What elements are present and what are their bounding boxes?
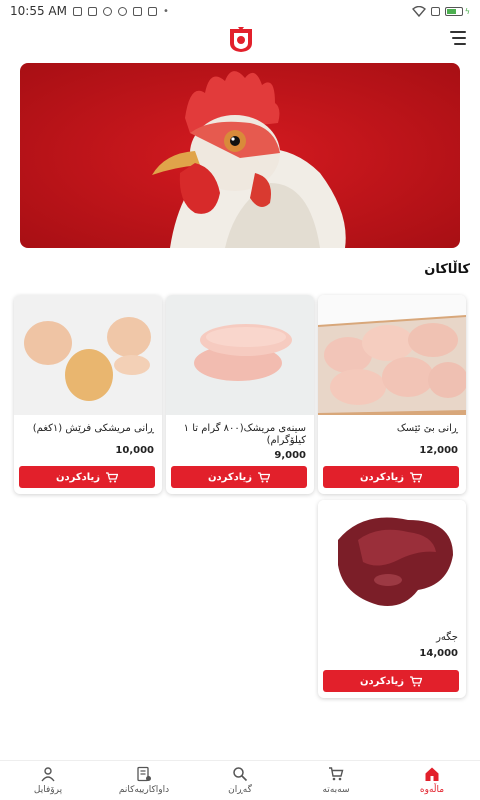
product-image — [318, 295, 466, 415]
add-cart-icon — [258, 471, 271, 482]
menu-button[interactable] — [446, 30, 466, 46]
search-icon — [233, 767, 248, 782]
nav-orders[interactable]: داواکارییەکانم — [96, 761, 192, 800]
add-cart-icon — [410, 675, 423, 686]
product-name: سینەی مریشک(٨٠٠ گرام تا ١ کیلۆگرام) — [183, 423, 306, 446]
product-card[interactable]: ڕانی مریشکی فرێش (١کغم) 10,000 زیادکردن — [14, 295, 162, 494]
profile-icon — [41, 767, 55, 782]
nav-search[interactable]: گەڕان — [192, 761, 288, 800]
bottom-nav: پرۆفایل داواکارییەکانم گەڕان سەبەتە ماڵە… — [0, 760, 480, 800]
product-price: 14,000 — [419, 648, 458, 659]
product-name: جگەر — [436, 632, 458, 643]
nav-profile[interactable]: پرۆفایل — [0, 761, 96, 800]
cart-icon — [329, 767, 344, 781]
promo-banner[interactable] — [20, 63, 460, 248]
menu-icon-bar — [452, 37, 466, 39]
wifi-icon — [411, 5, 426, 17]
orders-icon — [137, 766, 151, 782]
logo-icon[interactable] — [228, 25, 254, 53]
add-label: زیادکردن — [359, 675, 405, 687]
nav-label: داواکارییەکانم — [118, 785, 170, 795]
product-name: ڕانی بێ ئێسک — [396, 423, 458, 434]
add-cart-icon — [410, 471, 423, 482]
dot-icon: • — [162, 5, 169, 17]
product-image — [318, 500, 466, 625]
add-cart-icon — [106, 471, 119, 482]
home-icon — [425, 767, 439, 781]
add-to-cart-button[interactable]: زیادکردن — [19, 466, 155, 488]
nosim-icon — [430, 6, 440, 16]
video-icon — [132, 6, 142, 16]
product-name: ڕانی مریشکی فرێش (١کغم) — [32, 423, 154, 434]
product-image — [14, 295, 162, 415]
menu-icon-bar — [454, 43, 466, 45]
add-label: زیادکردن — [207, 471, 253, 483]
nav-home[interactable]: ماڵەوە — [384, 761, 480, 800]
add-to-cart-button[interactable]: زیادکردن — [323, 466, 459, 488]
product-card[interactable]: ڕانی بێ ئێسک 12,000 زیادکردن — [318, 295, 466, 494]
location-icon — [117, 6, 127, 16]
product-price: 12,000 — [419, 445, 458, 456]
product-price: 10,000 — [115, 445, 154, 456]
battery-icon: ϟ — [444, 6, 470, 16]
add-label: زیادکردن — [55, 471, 101, 483]
nav-cart[interactable]: سەبەتە — [288, 761, 384, 800]
product-card[interactable]: سینەی مریشک(٨٠٠ گرام تا ١ کیلۆگرام) 9,00… — [166, 295, 314, 494]
menu-icon-bar — [450, 31, 466, 33]
nav-label: گەڕان — [228, 785, 252, 795]
video-icon — [147, 6, 157, 16]
product-price: 9,000 — [274, 450, 306, 461]
app-header — [0, 22, 480, 58]
add-to-cart-button[interactable]: زیادکردن — [323, 670, 459, 692]
status-time: 10:55 AM — [10, 4, 67, 18]
add-to-cart-button[interactable]: زیادکردن — [171, 466, 307, 488]
status-bar: 10:55 AM • ϟ — [0, 0, 480, 22]
product-image — [166, 295, 314, 415]
location-icon — [102, 6, 112, 16]
add-label: زیادکردن — [359, 471, 405, 483]
rooster-image — [20, 63, 460, 248]
nav-label: پرۆفایل — [33, 785, 63, 795]
nav-label: ماڵەوە — [419, 785, 445, 795]
section-title: کاڵاکان — [424, 262, 470, 277]
product-card[interactable]: جگەر 14,000 زیادکردن — [318, 500, 466, 698]
nav-label: سەبەتە — [322, 785, 350, 795]
vibrate-icon — [72, 6, 82, 16]
sync-icon — [87, 6, 97, 16]
